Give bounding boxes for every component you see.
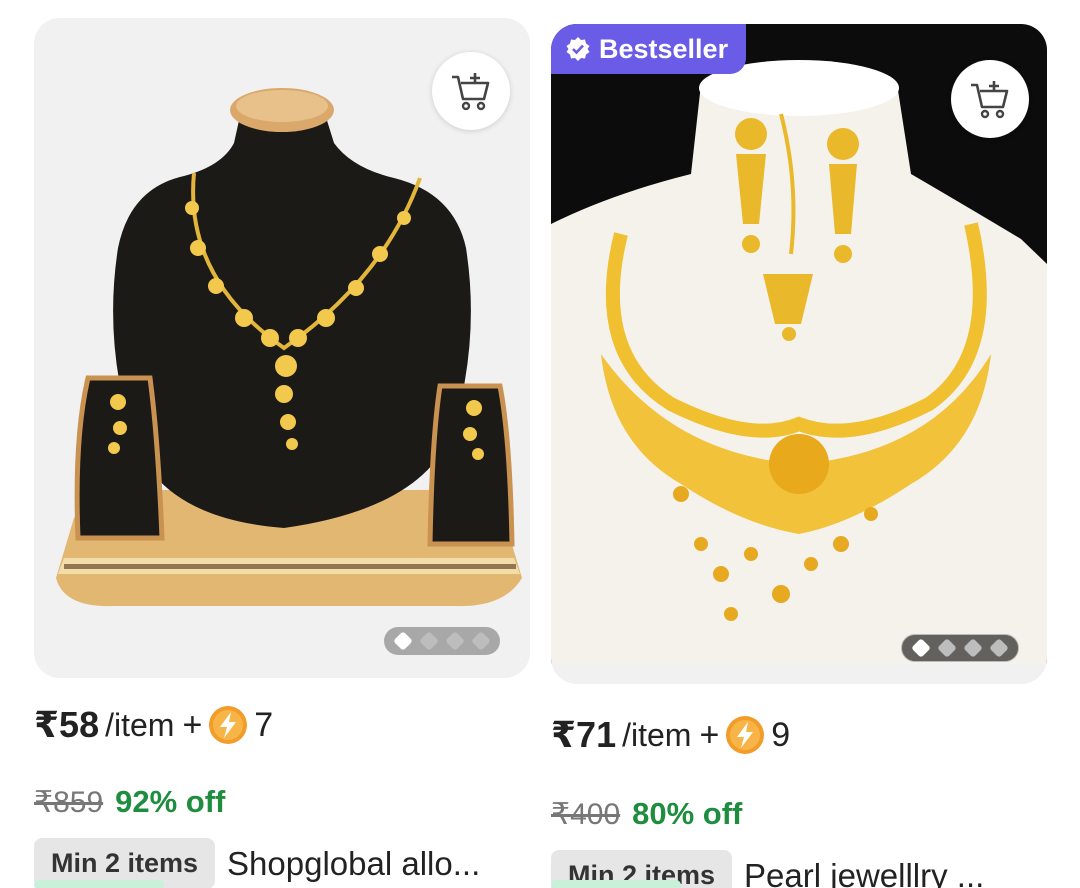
carousel-dot[interactable]: [937, 638, 957, 658]
price-unit: /item: [105, 706, 175, 743]
coin-count: 7: [254, 705, 274, 744]
add-to-cart-button[interactable]: [951, 60, 1029, 138]
mrp-row: ₹859 92% off: [34, 784, 225, 820]
product-image[interactable]: [34, 18, 530, 678]
plus-sign: +: [182, 705, 203, 744]
add-to-cart-button[interactable]: [432, 52, 510, 130]
product-price: ₹58: [34, 704, 100, 745]
carousel-dot[interactable]: [471, 631, 491, 651]
bestseller-badge: Bestseller: [551, 24, 747, 74]
product-price: ₹71: [551, 714, 617, 755]
carousel-dot[interactable]: [911, 638, 931, 658]
discount-label: 80% off: [632, 796, 743, 831]
badge-label: Bestseller: [599, 33, 729, 64]
image-carousel-indicator[interactable]: [901, 634, 1019, 662]
coin-count: 9: [771, 715, 791, 754]
carousel-dot[interactable]: [393, 631, 413, 651]
carousel-dot[interactable]: [989, 638, 1009, 658]
original-price: ₹400: [551, 797, 621, 831]
image-carousel-indicator[interactable]: [384, 627, 500, 655]
cart-plus-icon: [452, 73, 490, 111]
cart-plus-icon: [971, 81, 1009, 119]
lightning-coin-icon: [726, 716, 765, 754]
price-row: ₹58 /item + 7: [34, 704, 273, 746]
product-card[interactable]: ₹58 /item + 7 ₹859 92% off Min 2 items S…: [34, 18, 530, 888]
price-row: ₹71 /item + 9: [551, 714, 790, 756]
product-title[interactable]: Shopglobal allo...: [227, 845, 480, 883]
product-card[interactable]: Bestseller ₹71 /item + 9 ₹400 80% off Mi…: [551, 24, 1047, 888]
lightning-coin-icon: [209, 706, 248, 744]
verified-check-icon: [566, 37, 590, 61]
original-price: ₹859: [34, 785, 104, 819]
product-title[interactable]: Pearl jewelllry ...: [744, 857, 984, 888]
next-row-peek: [551, 880, 681, 888]
plus-sign: +: [699, 715, 720, 754]
price-unit: /item: [622, 716, 692, 753]
mrp-row: ₹400 80% off: [551, 796, 742, 832]
carousel-dot[interactable]: [963, 638, 983, 658]
carousel-dot[interactable]: [419, 631, 439, 651]
discount-label: 92% off: [115, 784, 226, 819]
carousel-dot[interactable]: [445, 631, 465, 651]
next-row-peek: [34, 880, 164, 888]
product-image[interactable]: Bestseller: [551, 24, 1047, 684]
